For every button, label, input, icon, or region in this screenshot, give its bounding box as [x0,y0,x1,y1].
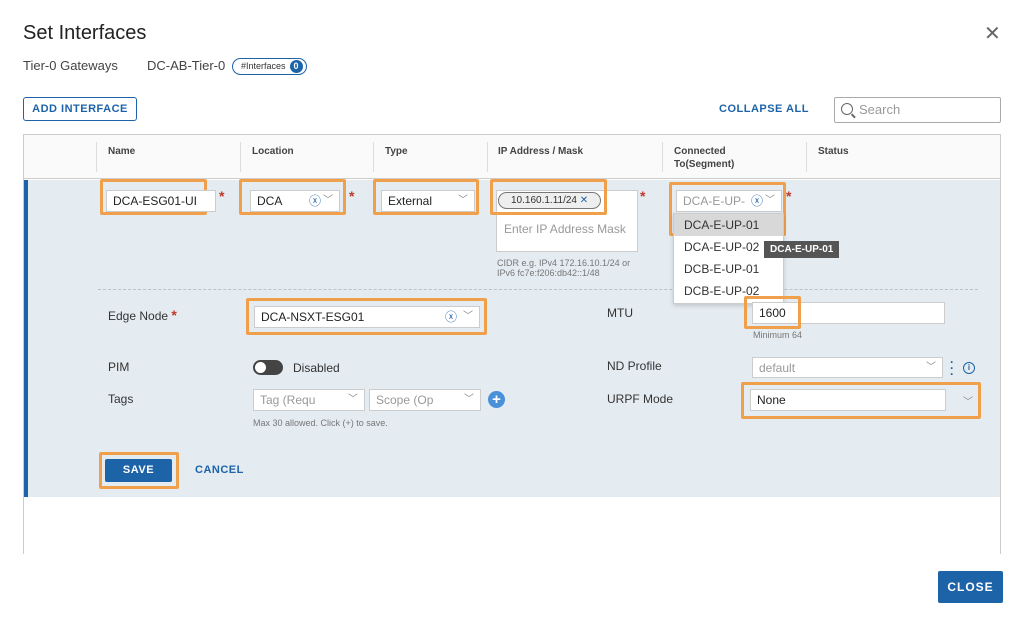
column-divider [806,142,807,172]
column-header-connected-segment[interactable]: Connected To(Segment) [674,145,734,171]
highlight-mtu [744,296,801,329]
required-marker: * [349,188,355,204]
urpf-mode-value: None [757,393,786,407]
interfaces-pill-label: #Interfaces [241,61,286,71]
clear-icon[interactable]: ⓧ [751,191,763,211]
interfaces-count: 0 [289,60,303,73]
dialog-title: Set Interfaces [23,22,147,44]
chevron-down-icon: ﹀ [348,394,358,405]
mtu-hint: Minimum 64 [753,330,803,340]
edge-node-value: DCA-NSXT-ESG01 [261,310,365,324]
tags-hint: Max 30 allowed. Click (+) to save. [253,418,388,428]
urpf-mode-label: URPF Mode [607,392,674,406]
breadcrumb-tier0-gateways[interactable]: Tier-0 Gateways [23,58,118,73]
chevron-down-icon: ﹀ [765,195,775,206]
pim-label: PIM [108,360,130,374]
urpf-mode-select[interactable]: None [750,389,946,411]
search-input[interactable]: Search [834,97,1001,123]
info-icon[interactable]: i [963,362,975,374]
add-interface-button[interactable]: ADD INTERFACE [23,97,137,121]
column-divider [662,142,663,172]
required-marker: * [171,307,177,323]
clear-icon[interactable]: ⓧ [445,307,457,327]
column-divider [487,142,488,172]
edge-node-label: Edge Node * [108,307,177,323]
close-button[interactable]: CLOSE [938,571,1003,603]
tags-label: Tags [108,392,134,406]
segment-option[interactable]: DCA-E-UP-01 [674,214,783,236]
ip-hint-line2: IPv6 fc7e:f206:db42::1/48 [497,268,600,278]
close-icon[interactable]: ✕ [984,24,1001,44]
breadcrumb-gateway-name: DC-AB-Tier-0 [147,58,226,73]
ip-tag-label: 10.160.1.11/24 [511,195,577,206]
edge-node-select[interactable]: DCA-NSXT-ESG01 ⓧ ﹀ [254,306,480,328]
column-divider [96,142,97,172]
segment-select[interactable]: DCA-E-UP- ⓧ ﹀ [676,190,782,212]
ip-placeholder: Enter IP Address Mask [504,222,626,236]
ip-tag: 10.160.1.11/24 ✕ [498,192,601,209]
tag-input[interactable]: Tag (Requ ﹀ [253,389,365,411]
chevron-down-icon: ﹀ [464,394,474,405]
scope-input[interactable]: Scope (Op ﹀ [369,389,481,411]
section-divider [98,289,978,290]
column-header-type[interactable]: Type [385,145,408,158]
collapse-all-button[interactable]: COLLAPSE ALL [719,103,809,115]
column-header-connected-line2: To(Segment) [674,159,735,170]
scope-placeholder: Scope (Op [376,393,434,407]
ip-hint-line1: CIDR e.g. IPv4 172.16.10.1/24 or [497,258,631,268]
column-divider [240,142,241,172]
kebab-menu-icon[interactable]: · · · [950,356,954,380]
required-marker: * [219,188,225,204]
chevron-down-icon: ﹀ [323,195,333,206]
name-input[interactable]: DCA-ESG01-UI [106,190,216,212]
interfaces-count-badge: #Interfaces 0 [232,58,307,75]
segment-value: DCA-E-UP- [683,194,745,208]
pim-state: Disabled [293,361,340,375]
mtu-label: MTU [607,306,633,320]
segment-option[interactable]: DCB-E-UP-01 [674,258,783,280]
save-button[interactable]: SAVE [105,459,172,482]
nd-profile-label: ND Profile [607,359,662,373]
chevron-down-icon: ﹀ [463,311,473,322]
add-tag-icon[interactable]: + [488,391,505,408]
pim-toggle[interactable] [253,360,283,375]
required-marker: * [786,188,792,204]
search-placeholder: Search [859,102,901,117]
type-select[interactable]: External ﹀ [381,190,475,212]
column-header-status[interactable]: Status [818,145,849,158]
edge-node-label-text: Edge Node [108,309,169,323]
chevron-down-icon: ﹀ [458,195,468,206]
nd-profile-value: default [759,361,796,375]
nd-profile-select[interactable]: default ﹀ [752,357,943,378]
chevron-down-icon: ﹀ [926,362,936,373]
location-select[interactable]: DCA ⓧ ﹀ [250,190,340,212]
location-value: DCA [257,194,283,208]
ip-hint: CIDR e.g. IPv4 172.16.10.1/24 or IPv6 fc… [497,258,630,278]
column-divider [373,142,374,172]
column-header-connected-line1: Connected [674,146,726,157]
tag-placeholder: Tag (Requ [260,393,316,407]
segment-dropdown: DCA-E-UP-01 DCA-E-UP-02 DCB-E-UP-01 DCB-… [673,213,784,304]
column-header-name[interactable]: Name [108,145,135,158]
remove-tag-icon[interactable]: ✕ [580,195,588,206]
chevron-down-icon: ﹀ [963,397,973,408]
column-header-ip-address[interactable]: IP Address / Mask [498,145,583,158]
clear-icon[interactable]: ⓧ [309,191,321,211]
segment-tooltip: DCA-E-UP-01 [764,241,840,258]
search-icon [841,103,853,115]
cancel-button[interactable]: CANCEL [195,464,244,476]
type-value: External [388,194,433,208]
required-marker: * [640,188,646,204]
column-header-location[interactable]: Location [252,145,294,158]
